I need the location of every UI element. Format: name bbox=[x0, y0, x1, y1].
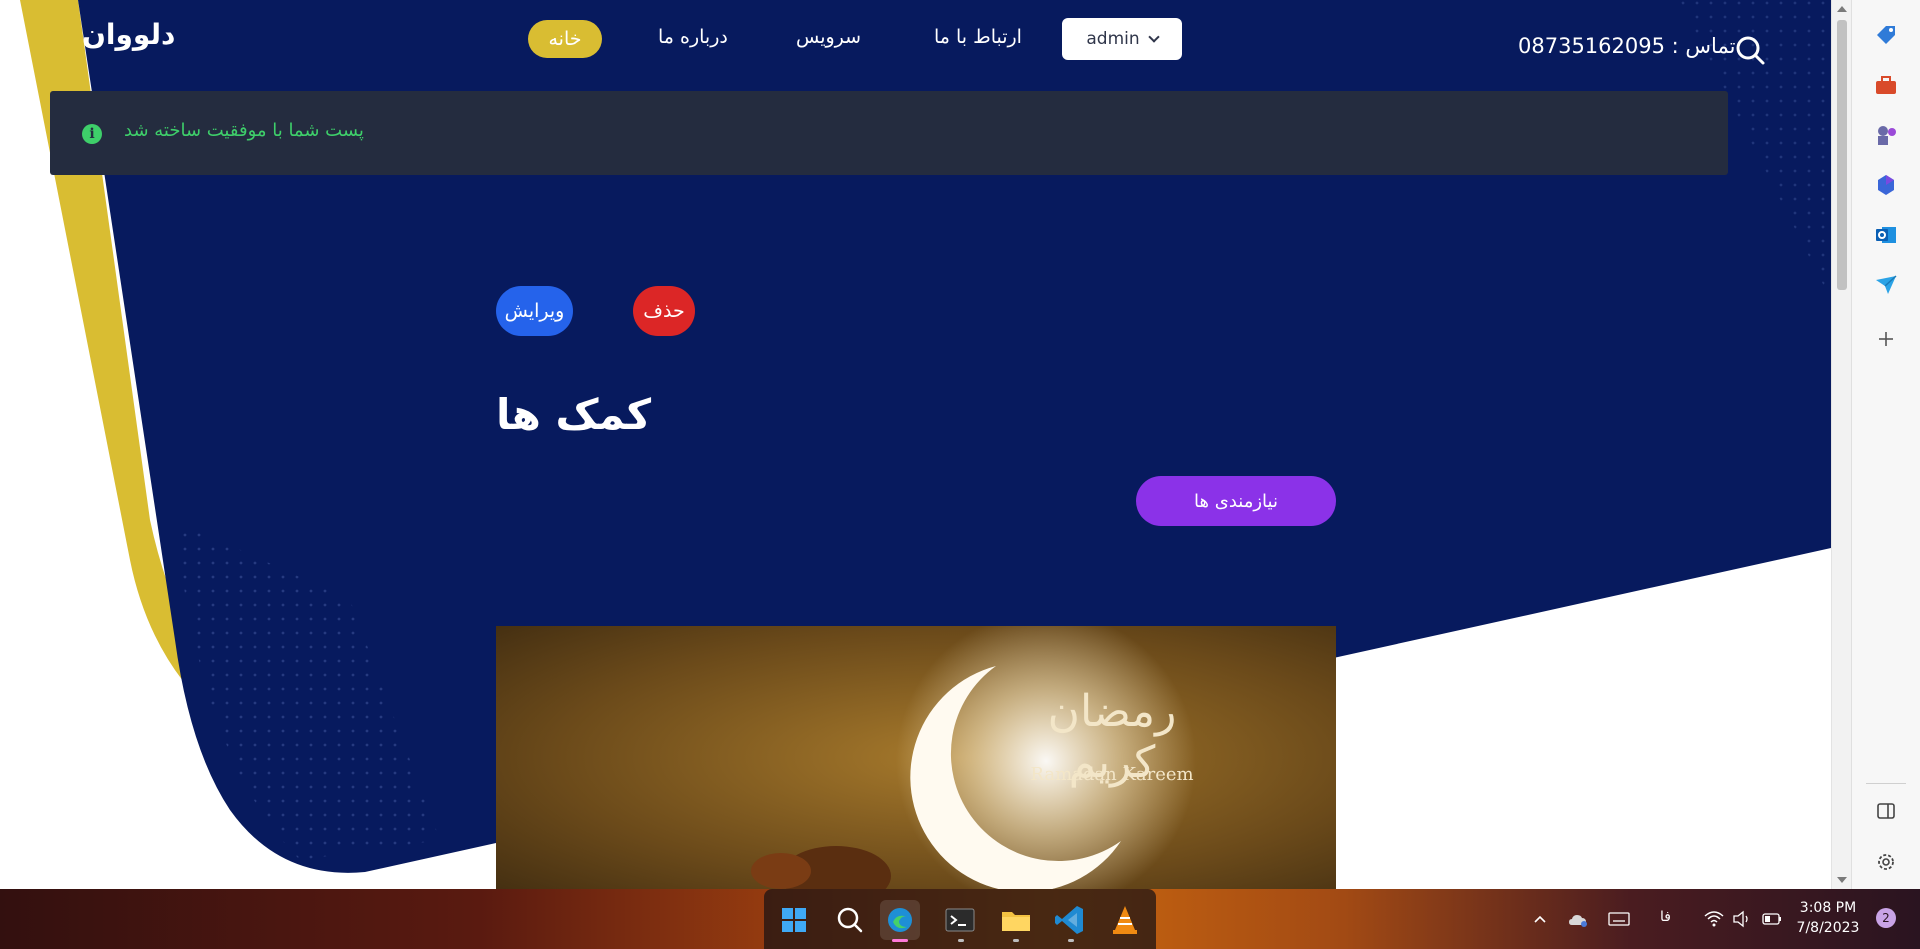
search-icon[interactable] bbox=[830, 900, 870, 940]
chess-icon[interactable] bbox=[1873, 122, 1899, 148]
edge-taskbar-button[interactable] bbox=[880, 900, 920, 940]
terminal-icon[interactable] bbox=[940, 900, 980, 940]
nav-about[interactable]: درباره ما bbox=[658, 26, 728, 48]
running-app-indicator bbox=[958, 939, 964, 942]
onedrive-icon[interactable] bbox=[1568, 911, 1590, 929]
nav-home[interactable]: خانه bbox=[528, 20, 602, 58]
split-view-icon[interactable] bbox=[1873, 798, 1899, 824]
alert-message: پست شما با موفقیت ساخته شد bbox=[124, 120, 364, 141]
keyboard-icon[interactable] bbox=[1608, 911, 1630, 927]
send-icon[interactable] bbox=[1873, 272, 1899, 298]
input-language[interactable]: فا bbox=[1660, 909, 1671, 925]
browser-sidebar bbox=[1851, 0, 1920, 889]
edit-button[interactable]: ویرایش bbox=[496, 286, 573, 336]
contact-phone: تماس : 08735162095 bbox=[1518, 34, 1736, 58]
settings-icon[interactable] bbox=[1873, 849, 1899, 875]
active-app-indicator bbox=[892, 939, 908, 942]
file-explorer-icon[interactable] bbox=[996, 900, 1036, 940]
page-scrollbar[interactable] bbox=[1831, 0, 1851, 889]
chevron-up-icon[interactable] bbox=[1532, 911, 1548, 927]
clock-time: 3:08 PM bbox=[1799, 900, 1857, 916]
browser-viewport: دلووان خانه درباره ما سرویس ارتباط با ما… bbox=[0, 0, 1831, 889]
post-title: کمک ها bbox=[496, 390, 652, 439]
outlook-icon[interactable] bbox=[1873, 222, 1899, 248]
vscode-icon[interactable] bbox=[1050, 900, 1090, 940]
category-button[interactable]: نیازمندی ها bbox=[1136, 476, 1336, 526]
sidebar-divider bbox=[1866, 783, 1906, 784]
edge-icon bbox=[888, 908, 912, 932]
image-caption-latin: Ramadan Kareem bbox=[1030, 764, 1194, 785]
info-icon: i bbox=[82, 124, 102, 144]
nav-contact[interactable]: ارتباط با ما bbox=[934, 26, 1022, 48]
running-app-indicator bbox=[1068, 939, 1074, 942]
wifi-icon[interactable] bbox=[1704, 910, 1724, 928]
scroll-up-arrow[interactable] bbox=[1837, 6, 1847, 12]
user-menu-dropdown[interactable]: admin bbox=[1062, 18, 1182, 60]
add-icon[interactable] bbox=[1873, 326, 1899, 352]
scroll-thumb[interactable] bbox=[1837, 20, 1847, 290]
battery-icon[interactable] bbox=[1762, 911, 1782, 927]
toolbox-icon[interactable] bbox=[1873, 72, 1899, 98]
scroll-down-arrow[interactable] bbox=[1837, 877, 1847, 883]
notification-badge[interactable]: 2 bbox=[1876, 908, 1896, 928]
windows-start-icon[interactable] bbox=[774, 900, 814, 940]
clock-date: 7/8/2023 bbox=[1796, 920, 1860, 936]
copilot-icon[interactable] bbox=[1873, 172, 1899, 198]
running-app-indicator bbox=[1013, 939, 1019, 942]
site-logo[interactable]: دلووان bbox=[82, 18, 175, 51]
user-menu-label: admin bbox=[1086, 29, 1140, 49]
chevron-down-icon bbox=[1147, 31, 1160, 43]
search-icon[interactable] bbox=[1734, 34, 1766, 66]
nav-services[interactable]: سرویس bbox=[796, 26, 861, 48]
tag-icon[interactable] bbox=[1873, 22, 1899, 48]
delete-button[interactable]: حذف bbox=[633, 286, 695, 336]
volume-icon[interactable] bbox=[1732, 910, 1752, 928]
taskbar-clock[interactable]: 3:08 PM 7/8/2023 bbox=[1790, 898, 1866, 938]
vlc-icon[interactable] bbox=[1105, 900, 1145, 940]
